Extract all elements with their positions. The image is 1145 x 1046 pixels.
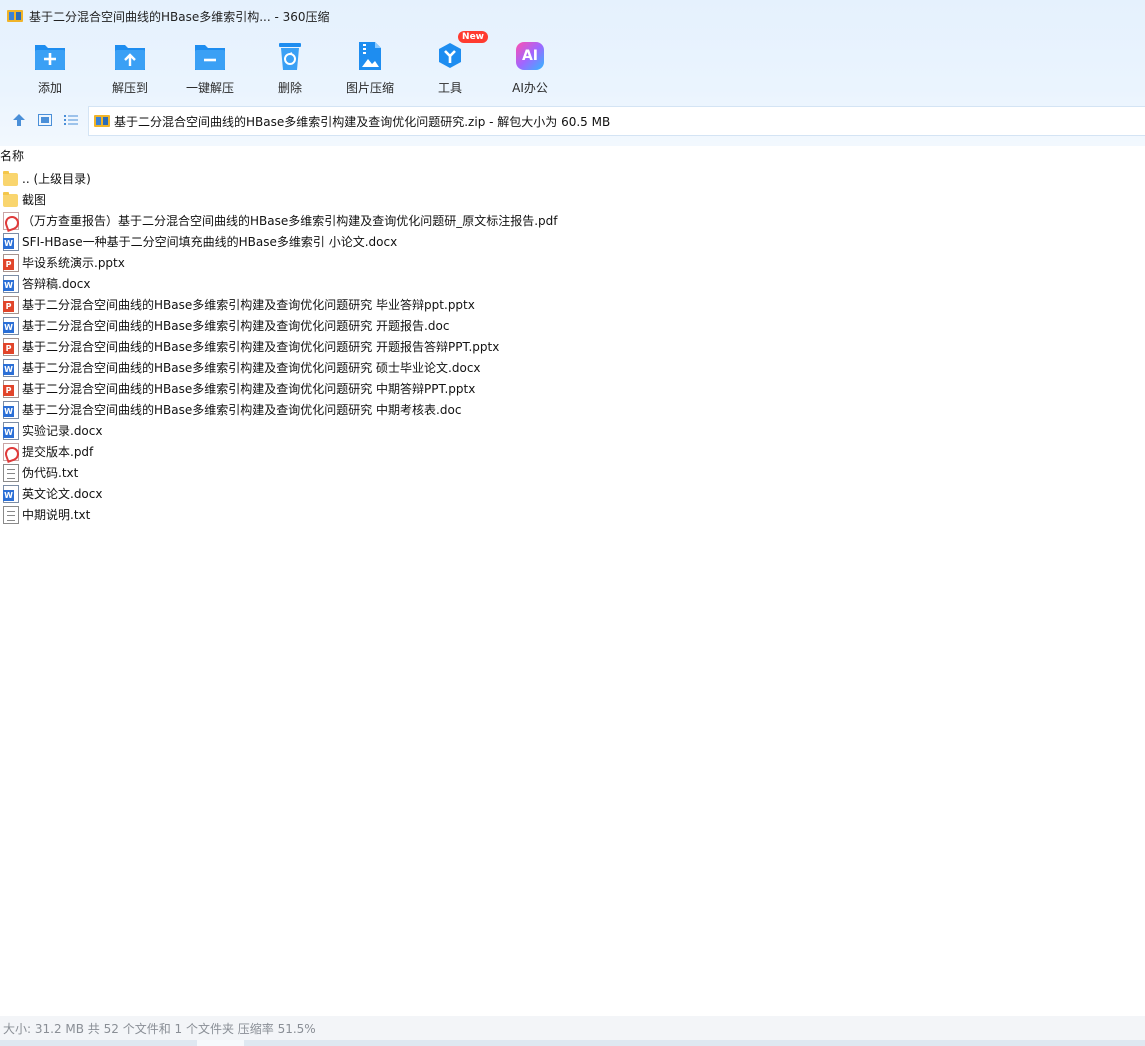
ai-office-label: AI办公 xyxy=(512,81,548,95)
file-list-item[interactable]: 基于二分混合空间曲线的HBase多维索引构建及查询优化问题研究 毕业答辩ppt.… xyxy=(3,294,1133,315)
file-list-item[interactable]: 中期说明.txt xyxy=(3,504,1133,525)
extract-to-label: 解压到 xyxy=(111,81,148,95)
file-list-item[interactable]: 毕设系统演示.pptx xyxy=(3,252,1133,273)
file-name: 伪代码.txt xyxy=(22,466,79,480)
address-row: 基于二分混合空间曲线的HBase多维索引构建及查询优化问题研究.zip - 解包… xyxy=(0,106,1145,136)
doc-file-icon xyxy=(3,484,19,503)
list-view-icon xyxy=(64,114,78,129)
toolbar: 添加 解压到 一键解压 删除 图片压缩 New 工具 AI AI办公 xyxy=(10,31,570,100)
file-name: 截图 xyxy=(22,193,47,207)
delete-icon xyxy=(272,38,308,74)
column-header-name[interactable]: 名称 xyxy=(0,146,24,166)
file-name: SFI-HBase一种基于二分空间填充曲线的HBase多维索引 小论文.docx xyxy=(22,235,398,249)
one-click-extract-icon xyxy=(192,38,228,74)
thumbnail-view-button[interactable] xyxy=(32,108,58,134)
add-label: 添加 xyxy=(37,81,62,95)
pdf-file-icon xyxy=(3,211,19,230)
one-click-extract-label: 一键解压 xyxy=(185,81,234,95)
file-list-item[interactable]: 基于二分混合空间曲线的HBase多维索引构建及查询优化问题研究 中期考核表.do… xyxy=(3,399,1133,420)
file-list-item[interactable]: 英文论文.docx xyxy=(3,483,1133,504)
horizontal-scrollbar[interactable] xyxy=(0,1040,1145,1046)
doc-file-icon xyxy=(3,316,19,335)
ppt-file-icon xyxy=(3,379,19,398)
pdf-file-icon xyxy=(3,442,19,461)
folder-icon xyxy=(3,192,18,207)
doc-file-icon xyxy=(3,274,19,293)
title-bar: 基于二分混合空间曲线的HBase多维索引构... - 360压缩 xyxy=(0,0,1145,32)
add-button[interactable]: 添加 xyxy=(10,36,90,100)
ppt-file-icon xyxy=(3,337,19,356)
doc-file-icon xyxy=(3,358,19,377)
txt-file-icon xyxy=(3,463,19,482)
file-list-item[interactable]: 答辩稿.docx xyxy=(3,273,1133,294)
file-name: 基于二分混合空间曲线的HBase多维索引构建及查询优化问题研究 毕业答辩ppt.… xyxy=(22,298,475,312)
delete-label: 删除 xyxy=(277,81,302,95)
extract-to-icon xyxy=(112,38,148,74)
file-list-item[interactable]: 提交版本.pdf xyxy=(3,441,1133,462)
file-name: 毕设系统演示.pptx xyxy=(22,256,125,270)
up-level-button[interactable] xyxy=(6,108,32,134)
ai-icon-text: AI xyxy=(521,48,539,64)
image-compress-button[interactable]: 图片压缩 xyxy=(330,36,410,100)
add-icon xyxy=(32,38,68,74)
file-list-item[interactable]: 基于二分混合空间曲线的HBase多维索引构建及查询优化问题研究 开题报告.doc xyxy=(3,315,1133,336)
window-title: 基于二分混合空间曲线的HBase多维索引构... - 360压缩 xyxy=(29,9,330,24)
scrollbar-thumb[interactable] xyxy=(197,1040,244,1046)
file-name: 答辩稿.docx xyxy=(22,277,91,291)
list-view-button[interactable] xyxy=(58,108,84,134)
tools-button[interactable]: New 工具 xyxy=(410,31,490,100)
file-name: 实验记录.docx xyxy=(22,424,103,438)
file-list-item[interactable]: 伪代码.txt xyxy=(3,462,1133,483)
file-name: 提交版本.pdf xyxy=(22,445,94,459)
file-name: 英文论文.docx xyxy=(22,487,103,501)
file-name: 中期说明.txt xyxy=(22,508,91,522)
file-list-item[interactable]: .. (上级目录) xyxy=(3,168,1133,189)
top-panel: 基于二分混合空间曲线的HBase多维索引构... - 360压缩 添加 解压到 … xyxy=(0,0,1145,146)
file-name: 基于二分混合空间曲线的HBase多维索引构建及查询优化问题研究 硕士毕业论文.d… xyxy=(22,361,481,375)
file-list-item[interactable]: SFI-HBase一种基于二分空间填充曲线的HBase多维索引 小论文.docx xyxy=(3,231,1133,252)
file-list-item[interactable]: 基于二分混合空间曲线的HBase多维索引构建及查询优化问题研究 硕士毕业论文.d… xyxy=(3,357,1133,378)
file-name: 基于二分混合空间曲线的HBase多维索引构建及查询优化问题研究 开题报告答辩PP… xyxy=(22,340,500,354)
thumbnail-view-icon xyxy=(38,113,52,129)
file-list: .. (上级目录) 截图 （万方查重报告）基于二分混合空间曲线的HBase多维索引构… xyxy=(3,168,1133,525)
new-badge: New xyxy=(458,31,488,43)
tools-label: 工具 xyxy=(437,81,462,95)
ai-office-icon: AI xyxy=(512,38,548,74)
image-compress-icon xyxy=(352,38,388,74)
ppt-file-icon xyxy=(3,295,19,314)
file-name: .. (上级目录) xyxy=(22,172,91,186)
file-list-item[interactable]: 实验记录.docx xyxy=(3,420,1133,441)
file-name: 基于二分混合空间曲线的HBase多维索引构建及查询优化问题研究 开题报告.doc xyxy=(22,319,450,333)
doc-file-icon xyxy=(3,232,19,251)
tools-icon xyxy=(432,38,468,74)
txt-file-icon xyxy=(3,505,19,524)
file-name: 基于二分混合空间曲线的HBase多维索引构建及查询优化问题研究 中期答辩PPT.… xyxy=(22,382,476,396)
zip-archive-icon xyxy=(94,114,110,128)
arrow-up-icon xyxy=(12,113,26,130)
status-text: 大小: 31.2 MB 共 52 个文件和 1 个文件夹 压缩率 51.5% xyxy=(3,1021,316,1036)
status-bar: 大小: 31.2 MB 共 52 个文件和 1 个文件夹 压缩率 51.5% xyxy=(0,1016,1145,1040)
doc-file-icon xyxy=(3,421,19,440)
file-list-item[interactable]: 基于二分混合空间曲线的HBase多维索引构建及查询优化问题研究 开题报告答辩PP… xyxy=(3,336,1133,357)
image-compress-label: 图片压缩 xyxy=(345,81,394,95)
file-list-item[interactable]: （万方查重报告）基于二分混合空间曲线的HBase多维索引构建及查询优化问题研_原… xyxy=(3,210,1133,231)
file-name: （万方查重报告）基于二分混合空间曲线的HBase多维索引构建及查询优化问题研_原… xyxy=(22,214,558,228)
one-click-extract-button[interactable]: 一键解压 xyxy=(170,36,250,100)
extract-to-button[interactable]: 解压到 xyxy=(90,36,170,100)
address-path: 基于二分混合空间曲线的HBase多维索引构建及查询优化问题研究.zip - 解包… xyxy=(114,114,611,129)
delete-button[interactable]: 删除 xyxy=(250,36,330,100)
folder-icon xyxy=(3,171,18,186)
file-list-item[interactable]: 基于二分混合空间曲线的HBase多维索引构建及查询优化问题研究 中期答辩PPT.… xyxy=(3,378,1133,399)
address-bar[interactable]: 基于二分混合空间曲线的HBase多维索引构建及查询优化问题研究.zip - 解包… xyxy=(88,106,1145,136)
ai-office-button[interactable]: AI AI办公 xyxy=(490,36,570,100)
file-name: 基于二分混合空间曲线的HBase多维索引构建及查询优化问题研究 中期考核表.do… xyxy=(22,403,462,417)
doc-file-icon xyxy=(3,400,19,419)
file-list-item[interactable]: 截图 xyxy=(3,189,1133,210)
app-logo-icon xyxy=(7,9,23,23)
ppt-file-icon xyxy=(3,253,19,272)
